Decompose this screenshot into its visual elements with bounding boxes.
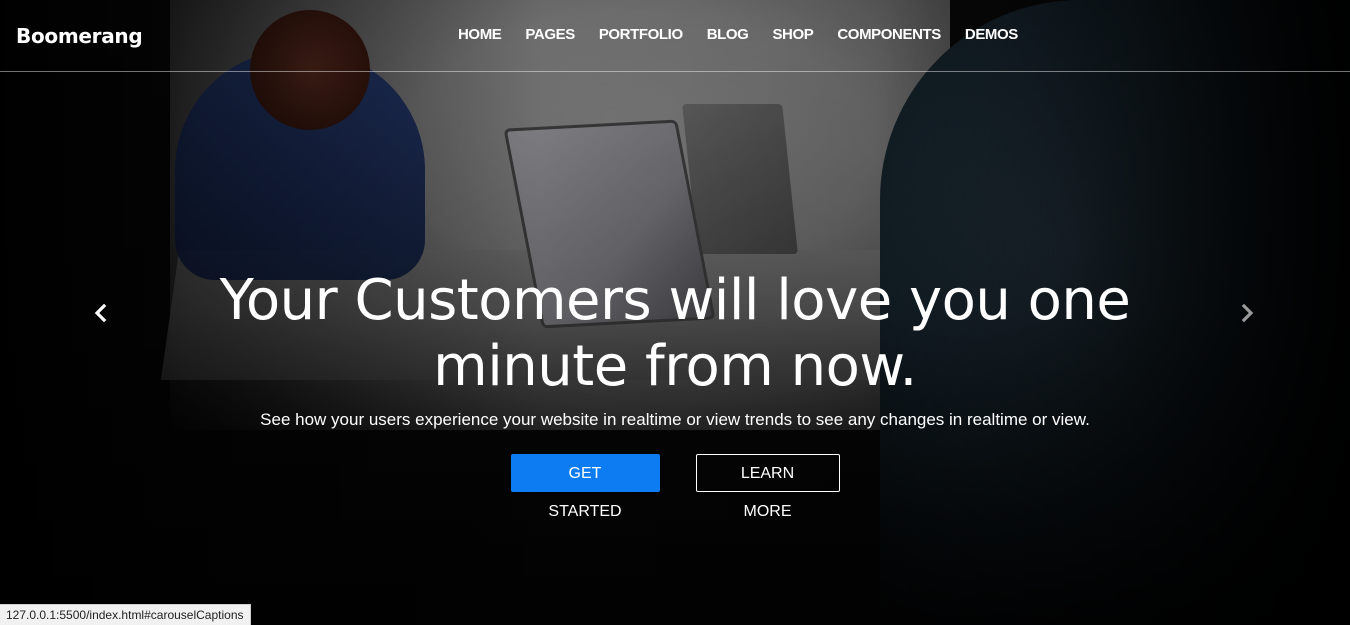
nav-link-components[interactable]: COMPONENTS	[837, 26, 941, 43]
nav-item-pages: PAGES	[525, 26, 598, 43]
hero-headline: Your Customers will love you one minute …	[219, 268, 1131, 399]
browser-status-bar: 127.0.0.1:5500/index.html#carouselCaptio…	[0, 604, 251, 625]
hero-button-group: GET STARTED LEARN MORE	[0, 454, 1350, 520]
nav-item-blog: BLOG	[707, 26, 773, 43]
main-nav: HOME PAGES PORTFOLIO BLOG SHOP COMPONENT…	[458, 26, 1042, 43]
nav-item-home: HOME	[458, 26, 525, 43]
nav-link-demos[interactable]: DEMOS	[965, 26, 1018, 43]
get-started-button[interactable]: GET STARTED	[510, 454, 660, 520]
carousel-caption: Your Customers will love you one minute …	[0, 268, 1350, 520]
nav-item-shop: SHOP	[772, 26, 837, 43]
nav-link-portfolio[interactable]: PORTFOLIO	[599, 26, 683, 43]
learn-more-button[interactable]: LEARN MORE	[695, 454, 840, 520]
nav-item-components: COMPONENTS	[837, 26, 965, 43]
nav-link-home[interactable]: HOME	[458, 26, 502, 43]
nav-link-blog[interactable]: BLOG	[707, 26, 749, 43]
nav-link-shop[interactable]: SHOP	[772, 26, 813, 43]
nav-item-demos: DEMOS	[965, 26, 1042, 43]
hero-subtext: See how your users experience your websi…	[260, 410, 1090, 429]
hero-carousel: Boomerang HOME PAGES PORTFOLIO BLOG SHOP…	[0, 0, 1350, 625]
nav-link-pages[interactable]: PAGES	[525, 26, 575, 43]
nav-item-portfolio: PORTFOLIO	[599, 26, 707, 43]
brand-logo[interactable]: Boomerang	[16, 24, 143, 48]
navbar: Boomerang HOME PAGES PORTFOLIO BLOG SHOP…	[0, 0, 1350, 72]
